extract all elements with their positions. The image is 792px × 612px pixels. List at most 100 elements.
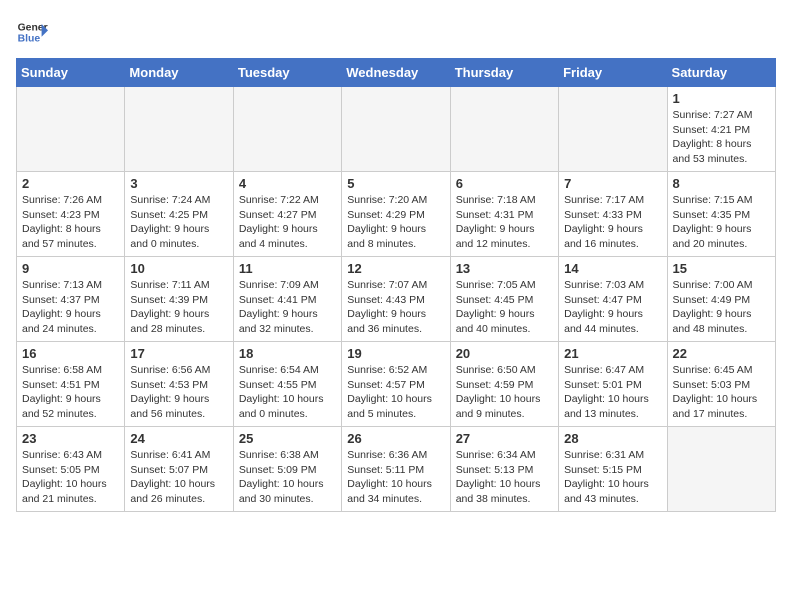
day-number: 17 xyxy=(130,346,227,361)
day-cell: 16 Sunrise: 6:58 AM Sunset: 4:51 PM Dayli… xyxy=(17,342,125,427)
calendar-header-row: SundayMondayTuesdayWednesdayThursdayFrid… xyxy=(17,59,776,87)
day-cell: 20 Sunrise: 6:50 AM Sunset: 4:59 PM Dayli… xyxy=(450,342,558,427)
day-header-saturday: Saturday xyxy=(667,59,775,87)
day-info: Sunrise: 7:17 AM Sunset: 4:33 PM Dayligh… xyxy=(564,193,661,252)
day-info: Sunrise: 7:24 AM Sunset: 4:25 PM Dayligh… xyxy=(130,193,227,252)
day-number: 10 xyxy=(130,261,227,276)
day-number: 6 xyxy=(456,176,553,191)
day-cell: 24 Sunrise: 6:41 AM Sunset: 5:07 PM Dayli… xyxy=(125,427,233,512)
day-header-thursday: Thursday xyxy=(450,59,558,87)
svg-text:Blue: Blue xyxy=(18,34,41,45)
day-cell xyxy=(667,427,775,512)
day-info: Sunrise: 6:38 AM Sunset: 5:09 PM Dayligh… xyxy=(239,448,336,507)
day-number: 23 xyxy=(22,431,119,446)
day-info: Sunrise: 7:22 AM Sunset: 4:27 PM Dayligh… xyxy=(239,193,336,252)
day-cell: 23 Sunrise: 6:43 AM Sunset: 5:05 PM Dayli… xyxy=(17,427,125,512)
day-number: 24 xyxy=(130,431,227,446)
day-cell xyxy=(233,87,341,172)
day-cell: 5 Sunrise: 7:20 AM Sunset: 4:29 PM Daylig… xyxy=(342,172,450,257)
day-number: 14 xyxy=(564,261,661,276)
day-info: Sunrise: 7:26 AM Sunset: 4:23 PM Dayligh… xyxy=(22,193,119,252)
day-number: 8 xyxy=(673,176,770,191)
calendar-body: 1Sunrise: 7:27 AM Sunset: 4:21 PM Daylig… xyxy=(17,87,776,512)
day-cell: 28 Sunrise: 6:31 AM Sunset: 5:15 PM Dayli… xyxy=(559,427,667,512)
day-number: 3 xyxy=(130,176,227,191)
day-info: Sunrise: 6:43 AM Sunset: 5:05 PM Dayligh… xyxy=(22,448,119,507)
day-number: 9 xyxy=(22,261,119,276)
day-number: 13 xyxy=(456,261,553,276)
week-row-3: 16 Sunrise: 6:58 AM Sunset: 4:51 PM Dayli… xyxy=(17,342,776,427)
day-info: Sunrise: 6:36 AM Sunset: 5:11 PM Dayligh… xyxy=(347,448,444,507)
day-cell: 8 Sunrise: 7:15 AM Sunset: 4:35 PM Daylig… xyxy=(667,172,775,257)
day-cell xyxy=(559,87,667,172)
logo-icon: General Blue xyxy=(16,16,48,48)
day-cell: 19 Sunrise: 6:52 AM Sunset: 4:57 PM Dayli… xyxy=(342,342,450,427)
day-info: Sunrise: 7:09 AM Sunset: 4:41 PM Dayligh… xyxy=(239,278,336,337)
day-info: Sunrise: 6:47 AM Sunset: 5:01 PM Dayligh… xyxy=(564,363,661,422)
day-info: Sunrise: 6:54 AM Sunset: 4:55 PM Dayligh… xyxy=(239,363,336,422)
day-info: Sunrise: 7:07 AM Sunset: 4:43 PM Dayligh… xyxy=(347,278,444,337)
day-cell: 14Sunrise: 7:03 AM Sunset: 4:47 PM Dayli… xyxy=(559,257,667,342)
day-info: Sunrise: 6:58 AM Sunset: 4:51 PM Dayligh… xyxy=(22,363,119,422)
day-cell xyxy=(17,87,125,172)
day-cell: 11Sunrise: 7:09 AM Sunset: 4:41 PM Dayli… xyxy=(233,257,341,342)
day-cell: 10 Sunrise: 7:11 AM Sunset: 4:39 PM Dayli… xyxy=(125,257,233,342)
day-cell: 12 Sunrise: 7:07 AM Sunset: 4:43 PM Dayli… xyxy=(342,257,450,342)
day-cell: 13 Sunrise: 7:05 AM Sunset: 4:45 PM Dayli… xyxy=(450,257,558,342)
day-cell: 3 Sunrise: 7:24 AM Sunset: 4:25 PM Daylig… xyxy=(125,172,233,257)
day-info: Sunrise: 6:34 AM Sunset: 5:13 PM Dayligh… xyxy=(456,448,553,507)
day-cell: 1Sunrise: 7:27 AM Sunset: 4:21 PM Daylig… xyxy=(667,87,775,172)
day-header-sunday: Sunday xyxy=(17,59,125,87)
week-row-2: 9Sunrise: 7:13 AM Sunset: 4:37 PM Daylig… xyxy=(17,257,776,342)
day-number: 4 xyxy=(239,176,336,191)
day-cell: 2 Sunrise: 7:26 AM Sunset: 4:23 PM Daylig… xyxy=(17,172,125,257)
day-info: Sunrise: 7:15 AM Sunset: 4:35 PM Dayligh… xyxy=(673,193,770,252)
day-info: Sunrise: 6:50 AM Sunset: 4:59 PM Dayligh… xyxy=(456,363,553,422)
day-number: 16 xyxy=(22,346,119,361)
day-info: Sunrise: 6:52 AM Sunset: 4:57 PM Dayligh… xyxy=(347,363,444,422)
day-info: Sunrise: 6:41 AM Sunset: 5:07 PM Dayligh… xyxy=(130,448,227,507)
week-row-4: 23 Sunrise: 6:43 AM Sunset: 5:05 PM Dayli… xyxy=(17,427,776,512)
day-cell: 26 Sunrise: 6:36 AM Sunset: 5:11 PM Dayli… xyxy=(342,427,450,512)
day-cell xyxy=(125,87,233,172)
day-info: Sunrise: 6:45 AM Sunset: 5:03 PM Dayligh… xyxy=(673,363,770,422)
day-number: 21 xyxy=(564,346,661,361)
day-number: 25 xyxy=(239,431,336,446)
header: General Blue xyxy=(16,16,776,48)
day-cell: 6Sunrise: 7:18 AM Sunset: 4:31 PM Daylig… xyxy=(450,172,558,257)
day-info: Sunrise: 7:27 AM Sunset: 4:21 PM Dayligh… xyxy=(673,108,770,167)
day-info: Sunrise: 7:05 AM Sunset: 4:45 PM Dayligh… xyxy=(456,278,553,337)
day-number: 26 xyxy=(347,431,444,446)
day-number: 7 xyxy=(564,176,661,191)
day-header-friday: Friday xyxy=(559,59,667,87)
week-row-0: 1Sunrise: 7:27 AM Sunset: 4:21 PM Daylig… xyxy=(17,87,776,172)
day-cell: 21 Sunrise: 6:47 AM Sunset: 5:01 PM Dayli… xyxy=(559,342,667,427)
logo: General Blue xyxy=(16,16,48,48)
day-number: 19 xyxy=(347,346,444,361)
day-number: 12 xyxy=(347,261,444,276)
day-number: 15 xyxy=(673,261,770,276)
day-cell: 27 Sunrise: 6:34 AM Sunset: 5:13 PM Dayli… xyxy=(450,427,558,512)
week-row-1: 2 Sunrise: 7:26 AM Sunset: 4:23 PM Daylig… xyxy=(17,172,776,257)
day-cell: 17Sunrise: 6:56 AM Sunset: 4:53 PM Dayli… xyxy=(125,342,233,427)
calendar: SundayMondayTuesdayWednesdayThursdayFrid… xyxy=(16,58,776,512)
day-cell: 25 Sunrise: 6:38 AM Sunset: 5:09 PM Dayli… xyxy=(233,427,341,512)
day-number: 2 xyxy=(22,176,119,191)
day-info: Sunrise: 7:11 AM Sunset: 4:39 PM Dayligh… xyxy=(130,278,227,337)
day-number: 20 xyxy=(456,346,553,361)
day-info: Sunrise: 6:31 AM Sunset: 5:15 PM Dayligh… xyxy=(564,448,661,507)
day-header-monday: Monday xyxy=(125,59,233,87)
day-cell: 15 Sunrise: 7:00 AM Sunset: 4:49 PM Dayli… xyxy=(667,257,775,342)
day-cell xyxy=(342,87,450,172)
day-cell: 9Sunrise: 7:13 AM Sunset: 4:37 PM Daylig… xyxy=(17,257,125,342)
day-cell: 22Sunrise: 6:45 AM Sunset: 5:03 PM Dayli… xyxy=(667,342,775,427)
day-cell: 7 Sunrise: 7:17 AM Sunset: 4:33 PM Daylig… xyxy=(559,172,667,257)
day-info: Sunrise: 7:00 AM Sunset: 4:49 PM Dayligh… xyxy=(673,278,770,337)
day-number: 5 xyxy=(347,176,444,191)
day-header-wednesday: Wednesday xyxy=(342,59,450,87)
day-info: Sunrise: 7:20 AM Sunset: 4:29 PM Dayligh… xyxy=(347,193,444,252)
day-number: 18 xyxy=(239,346,336,361)
day-cell: 4 Sunrise: 7:22 AM Sunset: 4:27 PM Daylig… xyxy=(233,172,341,257)
day-number: 27 xyxy=(456,431,553,446)
day-number: 28 xyxy=(564,431,661,446)
